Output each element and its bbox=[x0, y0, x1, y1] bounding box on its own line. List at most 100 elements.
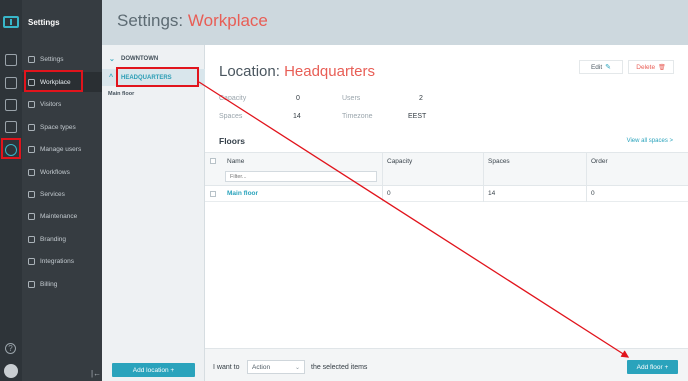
locations-panel: ⌄ DOWNTOWN ^ HEADQUARTERS Main floor Add l… bbox=[102, 45, 205, 381]
icon-rail: ? bbox=[0, 0, 22, 381]
sidebar-item-label: Settings bbox=[40, 55, 64, 63]
annotation-highlight-headquarters bbox=[116, 67, 199, 87]
edit-button[interactable]: Edit ✎ bbox=[579, 60, 623, 74]
page-title: Settings: Workplace bbox=[117, 11, 268, 31]
add-floor-label: Add floor bbox=[636, 363, 663, 371]
sidebar-item-space-types[interactable]: Space types bbox=[22, 117, 102, 137]
chevron-up-icon: ^ bbox=[109, 74, 114, 81]
sidebar-item-label: Manage users bbox=[40, 145, 82, 153]
users-icon bbox=[28, 145, 35, 153]
services-icon bbox=[28, 190, 35, 198]
sidebar-item-label: Maintenance bbox=[40, 212, 78, 220]
location-title: Location: Headquarters bbox=[219, 63, 375, 80]
headset-icon bbox=[28, 212, 35, 220]
column-divider bbox=[483, 152, 484, 202]
sidebar-item-billing[interactable]: Billing bbox=[22, 274, 102, 294]
delete-label: Delete bbox=[636, 63, 656, 71]
sidebar-item-label: Billing bbox=[40, 280, 58, 288]
column-header-order[interactable]: Order bbox=[591, 158, 608, 165]
bulk-action-bar: I want to Action ⌄ the selected items Add… bbox=[205, 348, 688, 381]
edit-label: Edit bbox=[590, 63, 603, 71]
sidebar-item-label: Workflows bbox=[40, 168, 70, 176]
app-logo-icon bbox=[3, 16, 19, 28]
location-detail: Location: Headquarters Edit ✎ Delete 🗑 Cap… bbox=[205, 45, 688, 348]
action-select-value: Action bbox=[252, 363, 271, 371]
floors-heading: Floors bbox=[219, 136, 245, 146]
chevron-down-icon: ⌄ bbox=[109, 55, 115, 63]
floor-spaces-cell: 14 bbox=[488, 190, 496, 197]
name-filter-input[interactable] bbox=[225, 171, 377, 182]
sidebar-item-label: Space types bbox=[40, 123, 76, 131]
view-all-spaces-link[interactable]: View all spaces > bbox=[627, 138, 673, 144]
page-header: Settings: Workplace bbox=[102, 0, 688, 45]
chevron-down-icon: ⌄ bbox=[294, 365, 300, 371]
plus-icon: + bbox=[664, 363, 669, 371]
timezone-value: EEST bbox=[408, 113, 427, 120]
trash-icon: 🗑 bbox=[658, 64, 666, 71]
location-title-accent: Headquarters bbox=[284, 63, 375, 80]
brush-icon bbox=[28, 235, 35, 243]
users-label: Users bbox=[342, 95, 361, 102]
floor-name-link[interactable]: Main floor bbox=[227, 190, 258, 197]
gear-icon bbox=[28, 55, 35, 63]
sidebar-item-workflows[interactable]: Workflows bbox=[22, 162, 102, 182]
spaces-value: 14 bbox=[293, 113, 301, 120]
users-value: 2 bbox=[419, 95, 423, 102]
settings-sidebar: Settings Settings Workplace Visitors Spa… bbox=[22, 0, 102, 381]
location-item-downtown[interactable]: ⌄ DOWNTOWN bbox=[102, 50, 205, 67]
annotation-highlight-workplace bbox=[24, 70, 83, 92]
integration-icon bbox=[28, 257, 35, 265]
tools-icon[interactable] bbox=[5, 121, 17, 133]
column-header-name[interactable]: Name bbox=[227, 158, 244, 165]
building-icon[interactable] bbox=[5, 54, 17, 66]
sidebar-title: Settings bbox=[28, 18, 60, 27]
sidebar-item-settings[interactable]: Settings bbox=[22, 49, 102, 69]
visitor-badge-icon[interactable] bbox=[5, 99, 17, 111]
annotation-highlight-settings-icon bbox=[1, 138, 21, 159]
delete-button[interactable]: Delete 🗑 bbox=[628, 60, 674, 74]
capacity-value: 0 bbox=[296, 95, 300, 102]
avatar[interactable] bbox=[4, 364, 18, 378]
space-type-icon bbox=[28, 123, 35, 131]
action-select[interactable]: Action ⌄ bbox=[247, 360, 305, 374]
capacity-label: Capacity bbox=[219, 95, 247, 102]
sidebar-item-label: Visitors bbox=[40, 100, 62, 108]
location-label: DOWNTOWN bbox=[121, 55, 159, 62]
sidebar-item-manage-users[interactable]: Manage users bbox=[22, 139, 102, 159]
sidebar-item-integrations[interactable]: Integrations bbox=[22, 251, 102, 271]
floor-item-main-floor[interactable]: Main floor bbox=[108, 91, 134, 97]
sidebar-item-label: Branding bbox=[40, 235, 67, 243]
collapse-sidebar-icon[interactable]: |← bbox=[91, 369, 101, 378]
page-title-accent: Workplace bbox=[187, 11, 268, 30]
select-all-checkbox[interactable] bbox=[210, 158, 216, 164]
card-icon bbox=[28, 280, 35, 288]
plus-icon: + bbox=[170, 366, 175, 374]
page-title-prefix: Settings: bbox=[117, 11, 184, 30]
bulk-action-prefix: I want to bbox=[213, 364, 240, 371]
sidebar-item-label: Services bbox=[40, 190, 65, 198]
table-row[interactable]: Main floor 0 14 0 bbox=[205, 186, 688, 202]
row-checkbox[interactable] bbox=[210, 191, 216, 197]
column-divider bbox=[382, 152, 383, 202]
add-location-label: Add location bbox=[132, 366, 169, 374]
sidebar-item-visitors[interactable]: Visitors bbox=[22, 94, 102, 114]
add-floor-button[interactable]: Add floor + bbox=[627, 360, 678, 374]
column-divider bbox=[586, 152, 587, 202]
timezone-label: Timezone bbox=[342, 113, 373, 120]
calendar-icon[interactable] bbox=[5, 77, 17, 89]
floor-capacity-cell: 0 bbox=[387, 190, 391, 197]
location-title-prefix: Location: bbox=[219, 63, 280, 80]
column-header-capacity[interactable]: Capacity bbox=[387, 158, 412, 165]
sidebar-item-branding[interactable]: Branding bbox=[22, 229, 102, 249]
add-location-button[interactable]: Add location + bbox=[112, 363, 195, 377]
spaces-label: Spaces bbox=[219, 113, 243, 120]
table-header: Name Capacity Spaces Order bbox=[205, 152, 688, 186]
help-icon[interactable]: ? bbox=[5, 343, 16, 354]
sidebar-item-label: Integrations bbox=[40, 257, 74, 265]
column-header-spaces[interactable]: Spaces bbox=[488, 158, 510, 165]
sidebar-item-maintenance[interactable]: Maintenance bbox=[22, 206, 102, 226]
edit-icon: ✎ bbox=[605, 64, 612, 71]
sidebar-item-services[interactable]: Services bbox=[22, 184, 102, 204]
workflow-icon bbox=[28, 168, 35, 176]
floor-order-cell: 0 bbox=[591, 190, 595, 197]
